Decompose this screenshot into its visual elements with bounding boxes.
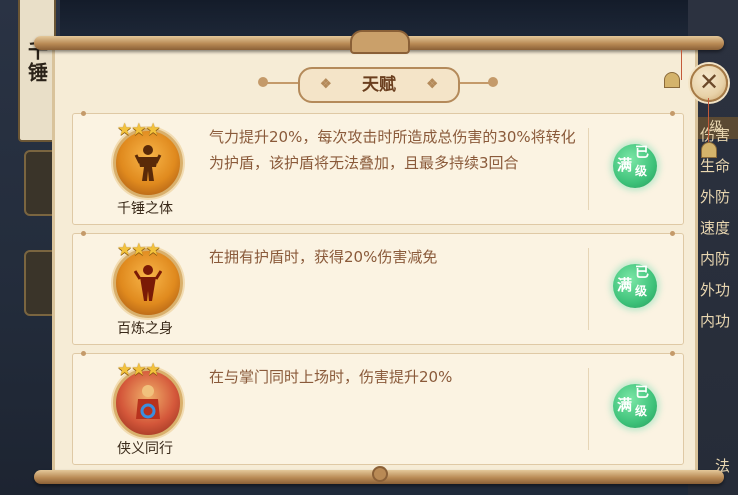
- badge-level-text: 级: [635, 404, 648, 418]
- dialog-title: ❖ 天赋 ❖: [298, 67, 460, 103]
- talent-card: ★★★ 千锤之体 气力提升20%，每次攻击时所造成总伤害的30%将转化为护盾，该…: [72, 111, 684, 225]
- tassel-icon: [664, 72, 680, 88]
- title-ornament-icon: ❖: [426, 77, 438, 92]
- talent-card: ★★★ 百炼之身 在拥有护盾时，获得20%伤害减免 满 已 级: [72, 231, 684, 345]
- talent-description: 在与掌门同时上场时，伤害提升20%: [209, 368, 453, 386]
- scroll-bottom-knob: [372, 466, 388, 482]
- talent-description: 在拥有护盾时，获得20%伤害减免: [209, 248, 438, 266]
- card-peg: [670, 351, 675, 356]
- warrior-figure-icon: [134, 265, 162, 301]
- star-rating: ★★★: [117, 360, 161, 380]
- talent-name: 百炼之身: [117, 321, 173, 337]
- dialog-title-text: 天赋: [362, 75, 396, 95]
- title-ornament-icon: ❖: [320, 77, 332, 92]
- badge-level-text: 级: [635, 164, 648, 178]
- badge-full-text: 满: [617, 156, 633, 174]
- star-rating: ★★★: [117, 120, 161, 140]
- talent-name: 侠义同行: [117, 441, 173, 457]
- tassel-string: [708, 98, 709, 142]
- card-divider: [588, 368, 589, 450]
- left-banner: 千锤: [18, 0, 56, 142]
- badge-already-text: 已: [635, 265, 649, 281]
- scroll-top-ornament: [350, 30, 410, 54]
- badge-level-text: 级: [635, 284, 648, 298]
- card-peg: [81, 351, 86, 356]
- card-peg: [670, 231, 675, 236]
- badge-already-text: 已: [635, 145, 649, 161]
- title-right-line: [456, 82, 490, 84]
- max-level-badge: 满 已 级: [613, 144, 657, 188]
- card-peg: [81, 231, 86, 236]
- right-stat-item: 外防: [699, 188, 730, 206]
- talent-description: 气力提升20%，每次攻击时所造成总伤害的30%将转化为护盾，该护盾将无法叠加，且…: [209, 128, 576, 172]
- right-stat-item: 速度: [699, 219, 730, 237]
- card-divider: [588, 128, 589, 210]
- title-left-line: [266, 82, 300, 84]
- close-icon: ✕: [698, 68, 720, 96]
- talent-name: 千锤之体: [117, 201, 173, 217]
- badge-full-text: 满: [617, 276, 633, 294]
- max-level-badge: 满 已 级: [613, 264, 657, 308]
- right-stat-item: 内防: [699, 250, 730, 268]
- right-stat-item: 外功: [699, 281, 730, 299]
- card-peg: [670, 111, 675, 116]
- warrior-figure-icon: [136, 385, 160, 419]
- max-level-badge: 满 已 级: [613, 384, 657, 428]
- close-button[interactable]: ✕: [690, 64, 728, 102]
- tassel-icon: [701, 142, 717, 158]
- right-stat-item: 内功: [699, 312, 730, 330]
- badge-already-text: 已: [635, 385, 649, 401]
- star-rating: ★★★: [117, 240, 161, 260]
- talent-card: ★★★ 侠义同行 在与掌门同时上场时，伤害提升20% 满 已 级: [72, 351, 684, 465]
- warrior-figure-icon: [134, 145, 162, 181]
- card-peg: [81, 111, 86, 116]
- badge-full-text: 满: [617, 396, 633, 414]
- card-divider: [588, 248, 589, 330]
- tassel-string: [681, 50, 682, 80]
- title-right-dot: [488, 77, 498, 87]
